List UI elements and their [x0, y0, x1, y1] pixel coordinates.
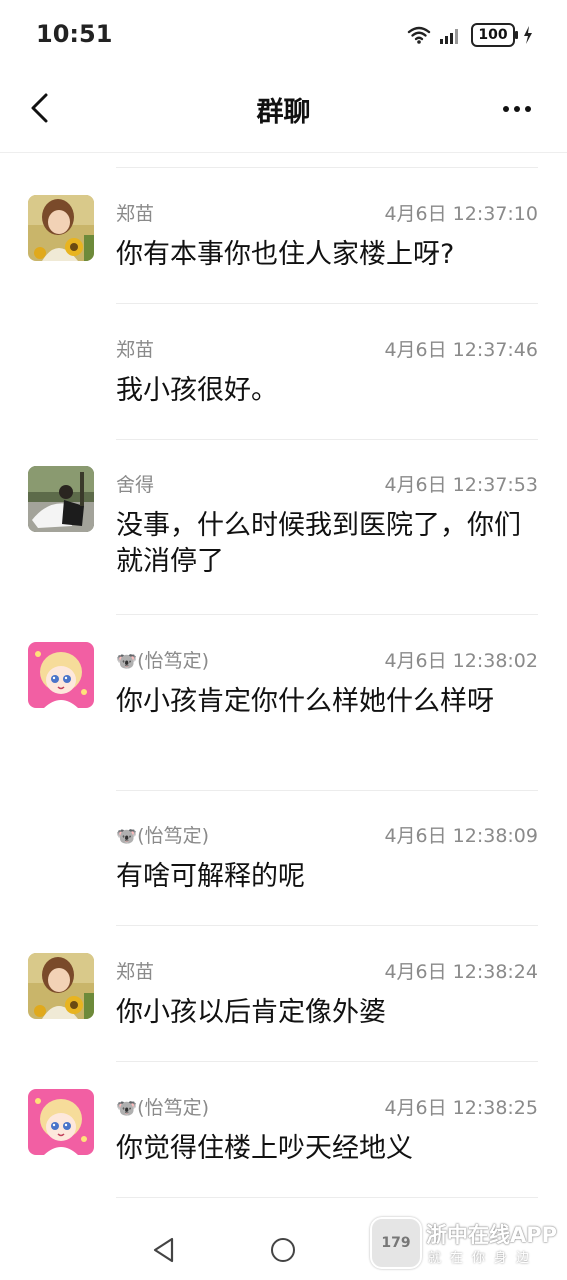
message-text[interactable]: 你小孩以后肯定像外婆: [116, 995, 536, 1031]
more-dots-icon: [503, 106, 509, 112]
avatar[interactable]: [28, 642, 94, 708]
sender-name[interactable]: 郑苗: [116, 957, 154, 984]
divider: [116, 925, 538, 926]
message-text[interactable]: 你觉得住楼上吵天经地义: [116, 1131, 536, 1167]
watermark-logo: 179: [370, 1217, 422, 1269]
nav-back-icon[interactable]: [152, 1237, 176, 1263]
message-text[interactable]: 我小孩很好。: [116, 373, 536, 409]
system-nav-bar: 179 浙中在线APP 就在你身边: [0, 1205, 567, 1280]
divider: [116, 167, 538, 168]
battery-indicator: 100: [471, 23, 518, 47]
anime-girl-avatar-icon: [28, 642, 94, 708]
avatar[interactable]: [28, 953, 94, 1019]
sender-name[interactable]: 郑苗: [116, 335, 154, 362]
divider: [116, 439, 538, 440]
sunflower-girl-avatar-icon: [28, 195, 94, 261]
nav-header: 群聊: [0, 70, 567, 153]
koala-emoji-icon: 🐨: [116, 652, 138, 672]
sender-name[interactable]: 郑苗: [116, 199, 154, 226]
message-time: 4月6日 12:38:25: [384, 1097, 538, 1119]
sender-name[interactable]: 🐨(怡笃定): [116, 1093, 209, 1120]
more-dot: [525, 106, 531, 112]
avatar[interactable]: [28, 1089, 94, 1155]
more-dot: [514, 106, 520, 112]
sunflower-girl-avatar-icon: [28, 953, 94, 1019]
message-time: 4月6日 12:38:24: [384, 961, 538, 983]
koala-emoji-icon: 🐨: [116, 1099, 138, 1119]
sender-name-text: (怡笃定): [137, 825, 209, 847]
nav-home-icon[interactable]: [271, 1238, 295, 1262]
koala-emoji-icon: 🐨: [116, 827, 138, 847]
page-title: 群聊: [256, 97, 311, 128]
message-time: 4月6日 12:37:46: [384, 339, 538, 361]
status-bar: 10:51 100: [0, 0, 567, 70]
watermark: 179 浙中在线APP 就在你身边: [370, 1217, 560, 1269]
chevron-left-icon: [31, 93, 48, 123]
message-time: 4月6日 12:37:10: [384, 203, 538, 225]
divider: [116, 1197, 538, 1198]
message-time: 4月6日 12:38:02: [384, 650, 538, 672]
message-time: 4月6日 12:37:53: [384, 474, 538, 496]
signal-icon: [440, 29, 458, 44]
watermark-subtitle: 就在你身边: [428, 1251, 539, 1266]
sender-name[interactable]: 🐨(怡笃定): [116, 646, 209, 673]
sender-name[interactable]: 🐨(怡笃定): [116, 821, 209, 848]
divider: [116, 1061, 538, 1062]
anime-girl-avatar-icon: [28, 1089, 94, 1155]
divider: [116, 614, 538, 615]
charging-icon: [524, 26, 532, 44]
outdoor-photo-avatar-icon: [28, 466, 94, 532]
message-time: 4月6日 12:38:09: [384, 825, 538, 847]
divider: [116, 790, 538, 791]
sender-name-text: (怡笃定): [137, 1097, 209, 1119]
message-text[interactable]: 有啥可解释的呢: [116, 859, 536, 895]
back-button[interactable]: [22, 88, 62, 128]
wifi-icon: [407, 26, 431, 44]
more-button[interactable]: [497, 94, 537, 124]
sender-name[interactable]: 舍得: [116, 470, 154, 497]
status-time: 10:51: [36, 20, 113, 48]
message-text[interactable]: 你小孩肯定你什么样她什么样呀: [116, 684, 536, 720]
watermark-title: 浙中在线APP: [426, 1223, 558, 1247]
avatar[interactable]: [28, 466, 94, 532]
sender-name-text: (怡笃定): [137, 650, 209, 672]
status-icons: 100: [407, 22, 533, 48]
avatar[interactable]: [28, 195, 94, 261]
message-text[interactable]: 没事，什么时候我到医院了，你们就消停了: [116, 508, 536, 580]
message-text[interactable]: 你有本事你也住人家楼上呀?: [116, 237, 536, 273]
divider: [116, 303, 538, 304]
